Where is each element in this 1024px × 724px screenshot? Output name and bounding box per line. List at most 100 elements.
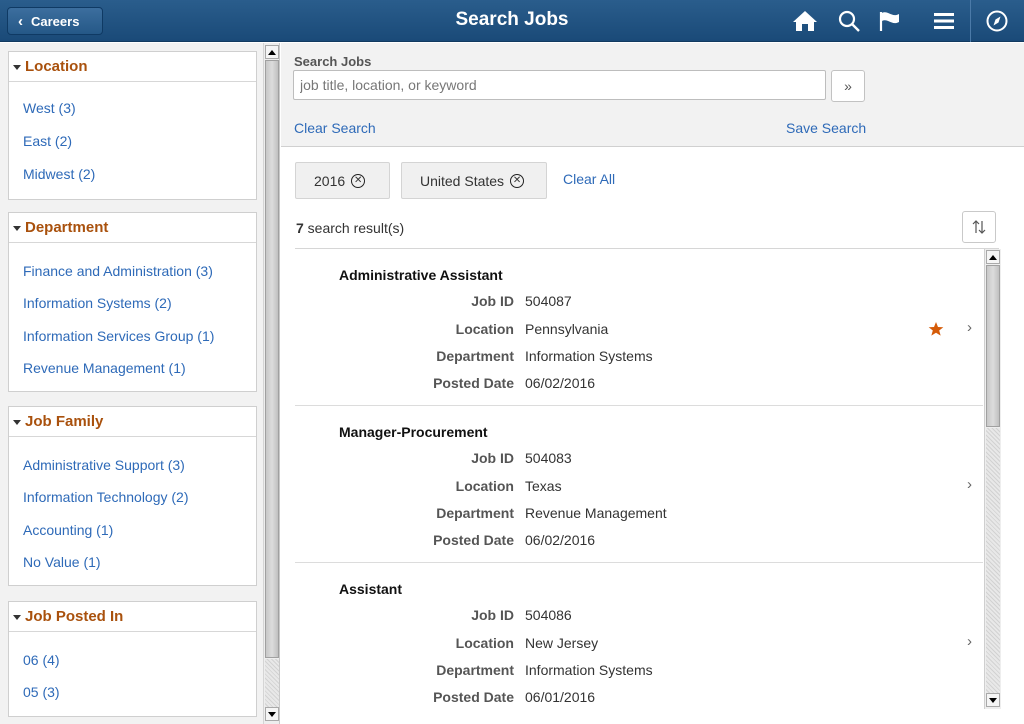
- facet-job-posted-in: Job Posted In 06 (4) 05 (3): [8, 601, 257, 717]
- facet-job-family: Job Family Administrative Support (3) In…: [8, 406, 257, 586]
- sidebar-scroll-thumb[interactable]: [265, 60, 279, 658]
- department-label: Department: [436, 505, 514, 521]
- search-label: Search Jobs: [294, 54, 372, 69]
- back-button-label: Careers: [31, 13, 80, 29]
- app-header: ‹ Careers Search Jobs: [0, 0, 1024, 42]
- location-value: New Jersey: [525, 635, 599, 651]
- result-count: 7 search result(s): [296, 220, 404, 236]
- filter-sidebar: Location West (3) East (2) Midwest (2) D…: [0, 43, 263, 724]
- facet-location: Location West (3) East (2) Midwest (2): [8, 51, 257, 200]
- department-value: Information Systems: [525, 348, 653, 364]
- flag-icon[interactable]: [875, 6, 905, 36]
- sidebar-scroll-track[interactable]: [265, 659, 279, 707]
- posted-date-value: 06/01/2016: [525, 689, 596, 705]
- facet-header-location[interactable]: Location: [9, 52, 256, 82]
- chevron-right-icon[interactable]: ›: [967, 633, 972, 650]
- department-label: Department: [436, 348, 514, 364]
- job-id-value: 504087: [525, 293, 572, 309]
- filter-chip-2016[interactable]: 2016 ✕: [295, 162, 390, 199]
- page-title: Search Jobs: [455, 9, 569, 30]
- posted-date-value: 06/02/2016: [525, 375, 596, 391]
- facet-department: Department Finance and Administration (3…: [8, 212, 257, 392]
- facet-item-month-06[interactable]: 06 (4): [23, 652, 60, 668]
- facet-title: Job Posted In: [25, 608, 124, 625]
- job-title: Manager-Procurement: [339, 424, 488, 440]
- facet-title: Department: [25, 219, 109, 236]
- result-count-suffix: search result(s): [303, 220, 405, 236]
- chevron-right-icon[interactable]: ›: [967, 319, 972, 336]
- department-value: Revenue Management: [525, 505, 667, 521]
- scroll-up-arrow-icon[interactable]: [986, 250, 1000, 264]
- collapse-triangle-icon: [13, 64, 21, 70]
- result-count-number: 7: [296, 220, 304, 236]
- results-scrollbar[interactable]: [984, 249, 1001, 709]
- facet-item-accounting[interactable]: Accounting (1): [23, 522, 113, 538]
- posted-date-value: 06/02/2016: [525, 532, 596, 548]
- search-input[interactable]: [293, 70, 826, 100]
- navbar-compass-icon[interactable]: [982, 6, 1012, 36]
- search-go-button[interactable]: »: [831, 70, 865, 102]
- job-id-value: 504086: [525, 607, 572, 623]
- posted-date-label: Posted Date: [433, 689, 514, 705]
- facet-item-information-systems[interactable]: Information Systems (2): [23, 295, 172, 311]
- clear-search-link[interactable]: Clear Search: [294, 120, 376, 136]
- clear-all-link[interactable]: Clear All: [563, 171, 615, 187]
- results-scroll-thumb[interactable]: [986, 265, 1000, 427]
- sort-button[interactable]: [962, 211, 996, 243]
- search-icon[interactable]: [834, 6, 864, 36]
- facet-item-east[interactable]: East (2): [23, 133, 72, 149]
- location-label: Location: [455, 321, 514, 337]
- chip-label: 2016: [314, 172, 346, 189]
- facet-header-department[interactable]: Department: [9, 213, 256, 243]
- job-id-label: Job ID: [471, 293, 514, 309]
- facet-item-administrative-support[interactable]: Administrative Support (3): [23, 457, 185, 473]
- posted-date-label: Posted Date: [433, 375, 514, 391]
- job-title: Assistant: [339, 581, 403, 597]
- facet-title: Location: [25, 58, 88, 75]
- sort-arrows-icon: [972, 220, 986, 234]
- facet-title: Job Family: [25, 413, 104, 430]
- remove-filter-icon[interactable]: ✕: [510, 173, 525, 188]
- remove-filter-icon[interactable]: ✕: [351, 173, 366, 188]
- filter-chip-united-states[interactable]: United States ✕: [401, 162, 547, 199]
- location-value: Texas: [525, 478, 562, 494]
- scroll-down-arrow-icon[interactable]: [265, 707, 279, 721]
- scroll-up-arrow-icon[interactable]: [265, 45, 279, 59]
- chip-label: United States: [420, 172, 505, 189]
- collapse-triangle-icon: [13, 614, 21, 620]
- posted-date-label: Posted Date: [433, 532, 514, 548]
- chevron-right-icon[interactable]: ›: [967, 476, 972, 493]
- sidebar-scrollbar[interactable]: [263, 43, 280, 724]
- chevron-left-icon: ‹: [18, 12, 23, 30]
- location-label: Location: [455, 635, 514, 651]
- job-id-value: 504083: [525, 450, 572, 466]
- facet-header-job-family[interactable]: Job Family: [9, 407, 256, 437]
- facet-item-midwest[interactable]: Midwest (2): [23, 166, 95, 182]
- search-panel: Search Jobs » Clear Search Save Search: [281, 43, 1024, 147]
- facet-item-information-technology[interactable]: Information Technology (2): [23, 489, 189, 505]
- facet-item-month-05[interactable]: 05 (3): [23, 684, 60, 700]
- scroll-down-arrow-icon[interactable]: [986, 693, 1000, 707]
- facet-header-job-posted-in[interactable]: Job Posted In: [9, 602, 256, 632]
- favorite-star-icon[interactable]: [928, 321, 944, 340]
- collapse-triangle-icon: [13, 419, 21, 425]
- menu-icon[interactable]: [929, 6, 959, 36]
- job-id-label: Job ID: [471, 450, 514, 466]
- job-title: Administrative Assistant: [339, 267, 503, 283]
- facet-item-finance[interactable]: Finance and Administration (3): [23, 263, 213, 279]
- home-icon[interactable]: [790, 6, 820, 36]
- facet-item-information-services[interactable]: Information Services Group (1): [23, 328, 214, 344]
- department-value: Information Systems: [525, 662, 653, 678]
- header-divider: [970, 0, 971, 42]
- collapse-triangle-icon: [13, 225, 21, 231]
- facet-item-no-value[interactable]: No Value (1): [23, 554, 101, 570]
- result-row[interactable]: Administrative Assistant Job ID 504087 L…: [295, 249, 983, 406]
- facet-item-west[interactable]: West (3): [23, 100, 76, 116]
- result-row[interactable]: Manager-Procurement Job ID 504083 Locati…: [295, 406, 983, 563]
- facet-item-revenue-management[interactable]: Revenue Management (1): [23, 360, 186, 376]
- results-scroll-track[interactable]: [986, 428, 1000, 693]
- save-search-link[interactable]: Save Search: [786, 120, 866, 136]
- result-row[interactable]: Assistant Job ID 504086 Location New Jer…: [295, 563, 983, 720]
- back-to-careers-button[interactable]: ‹ Careers: [7, 7, 103, 35]
- location-label: Location: [455, 478, 514, 494]
